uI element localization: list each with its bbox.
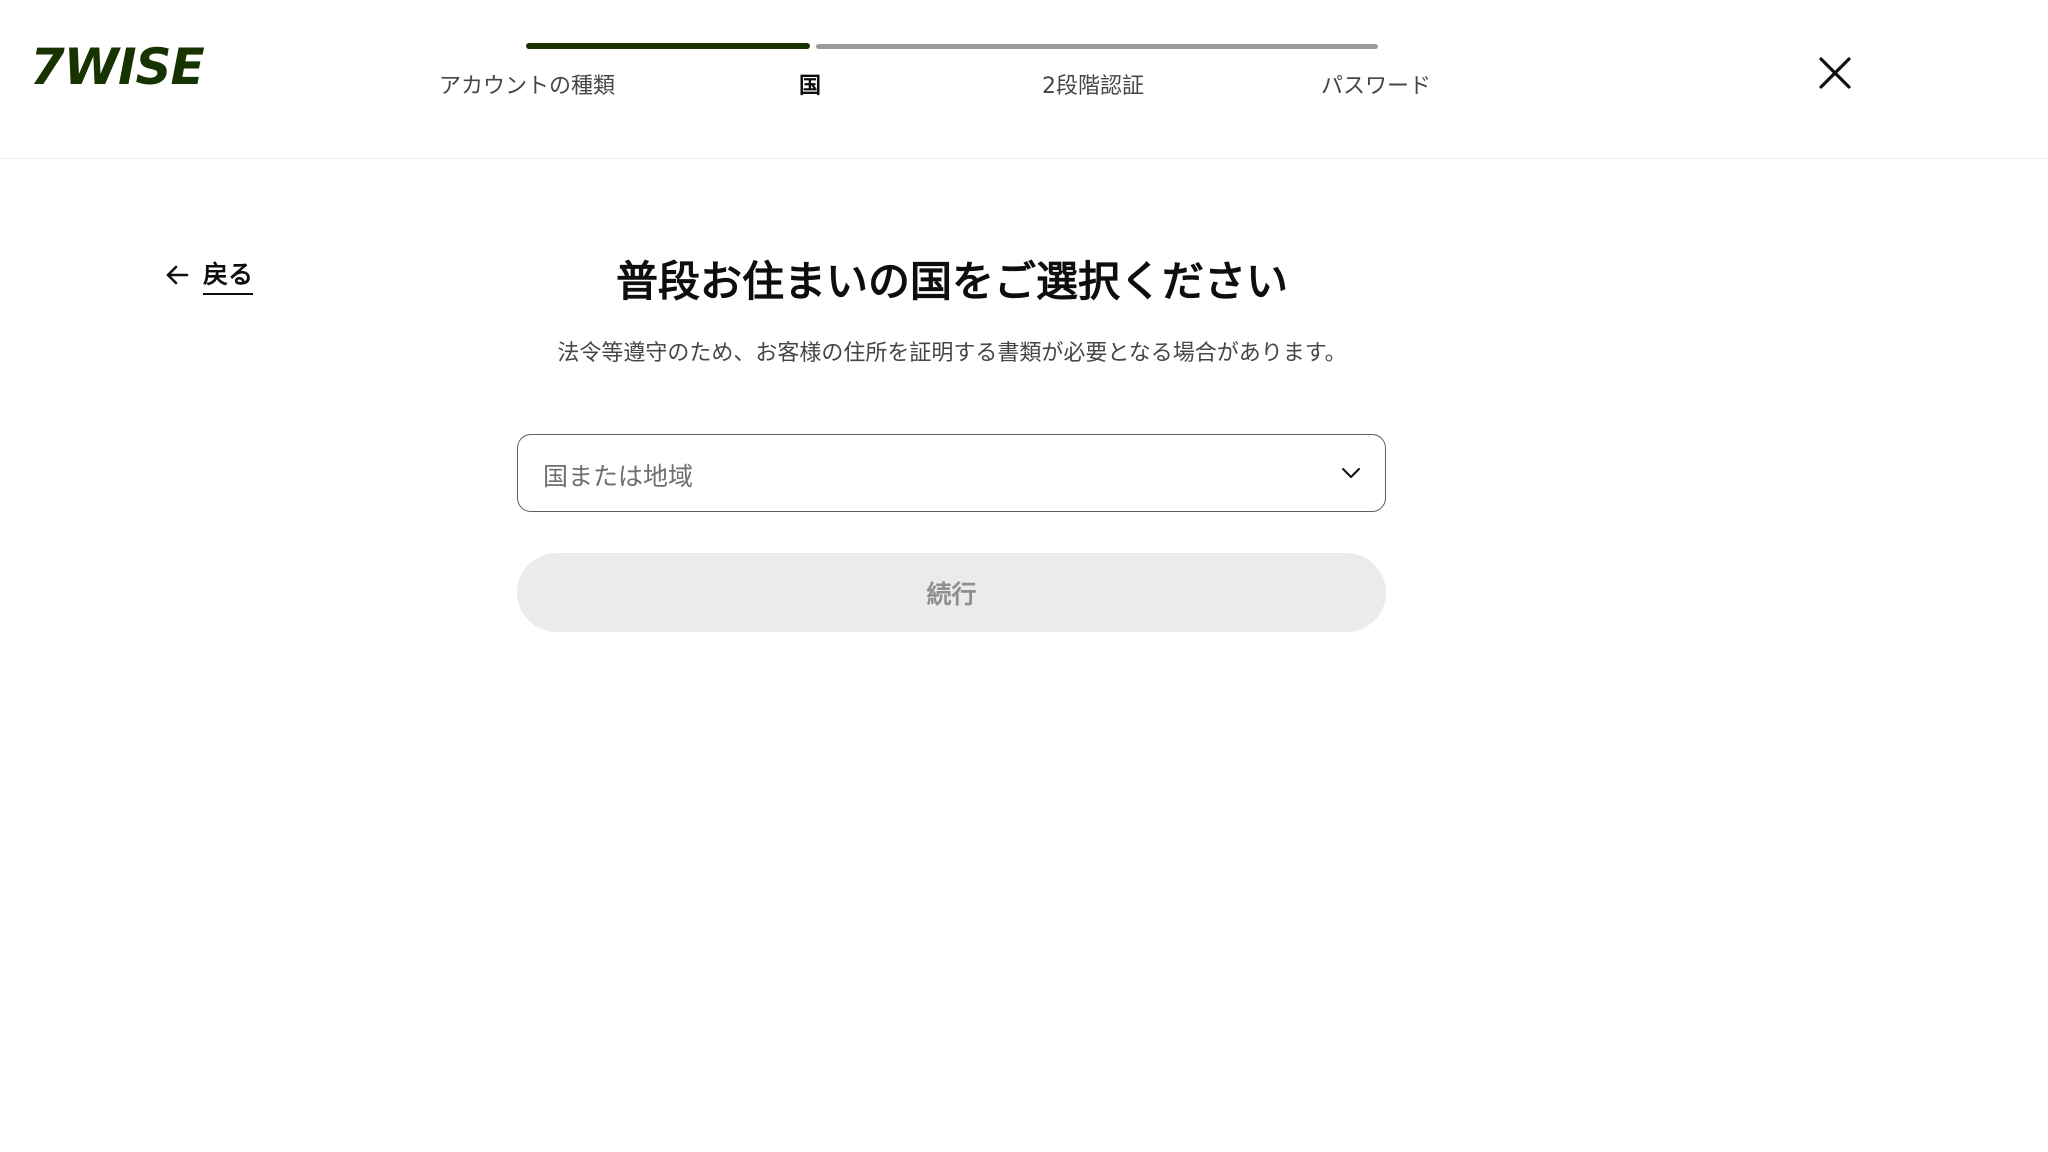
chevron-down-icon [1342, 468, 1360, 478]
close-icon [1819, 57, 1851, 89]
top-header: 7WISE アカウントの種類 国 2段階認証 パスワード [0, 0, 2048, 159]
country-select[interactable]: 国または地域 [517, 434, 1386, 512]
page-subtitle: 法令等遵守のため、お客様の住所を証明する書類が必要となる場合があります。 [557, 341, 1347, 366]
progress-remaining-segment [816, 44, 1378, 49]
step-country: 国 [798, 74, 822, 99]
wise-logo[interactable]: 7WISE [30, 38, 205, 96]
back-link[interactable]: 戻る [163, 255, 254, 295]
progress-completed-segment [526, 43, 810, 49]
arrow-left-icon [166, 265, 189, 285]
step-account-type: アカウントの種類 [438, 74, 616, 99]
signup-progress-bar [526, 43, 1378, 49]
logo-text: 7WISE [30, 38, 205, 96]
close-button[interactable] [1815, 53, 1855, 93]
continue-button[interactable]: 続行 [517, 553, 1386, 632]
back-label: 戻る [203, 255, 254, 295]
country-select-placeholder: 国または地域 [543, 462, 694, 491]
step-password: パスワード [1320, 74, 1432, 99]
step-two-factor: 2段階認証 [1042, 74, 1144, 99]
page-title: 普段お住まいの国をご選択ください [615, 257, 1288, 306]
